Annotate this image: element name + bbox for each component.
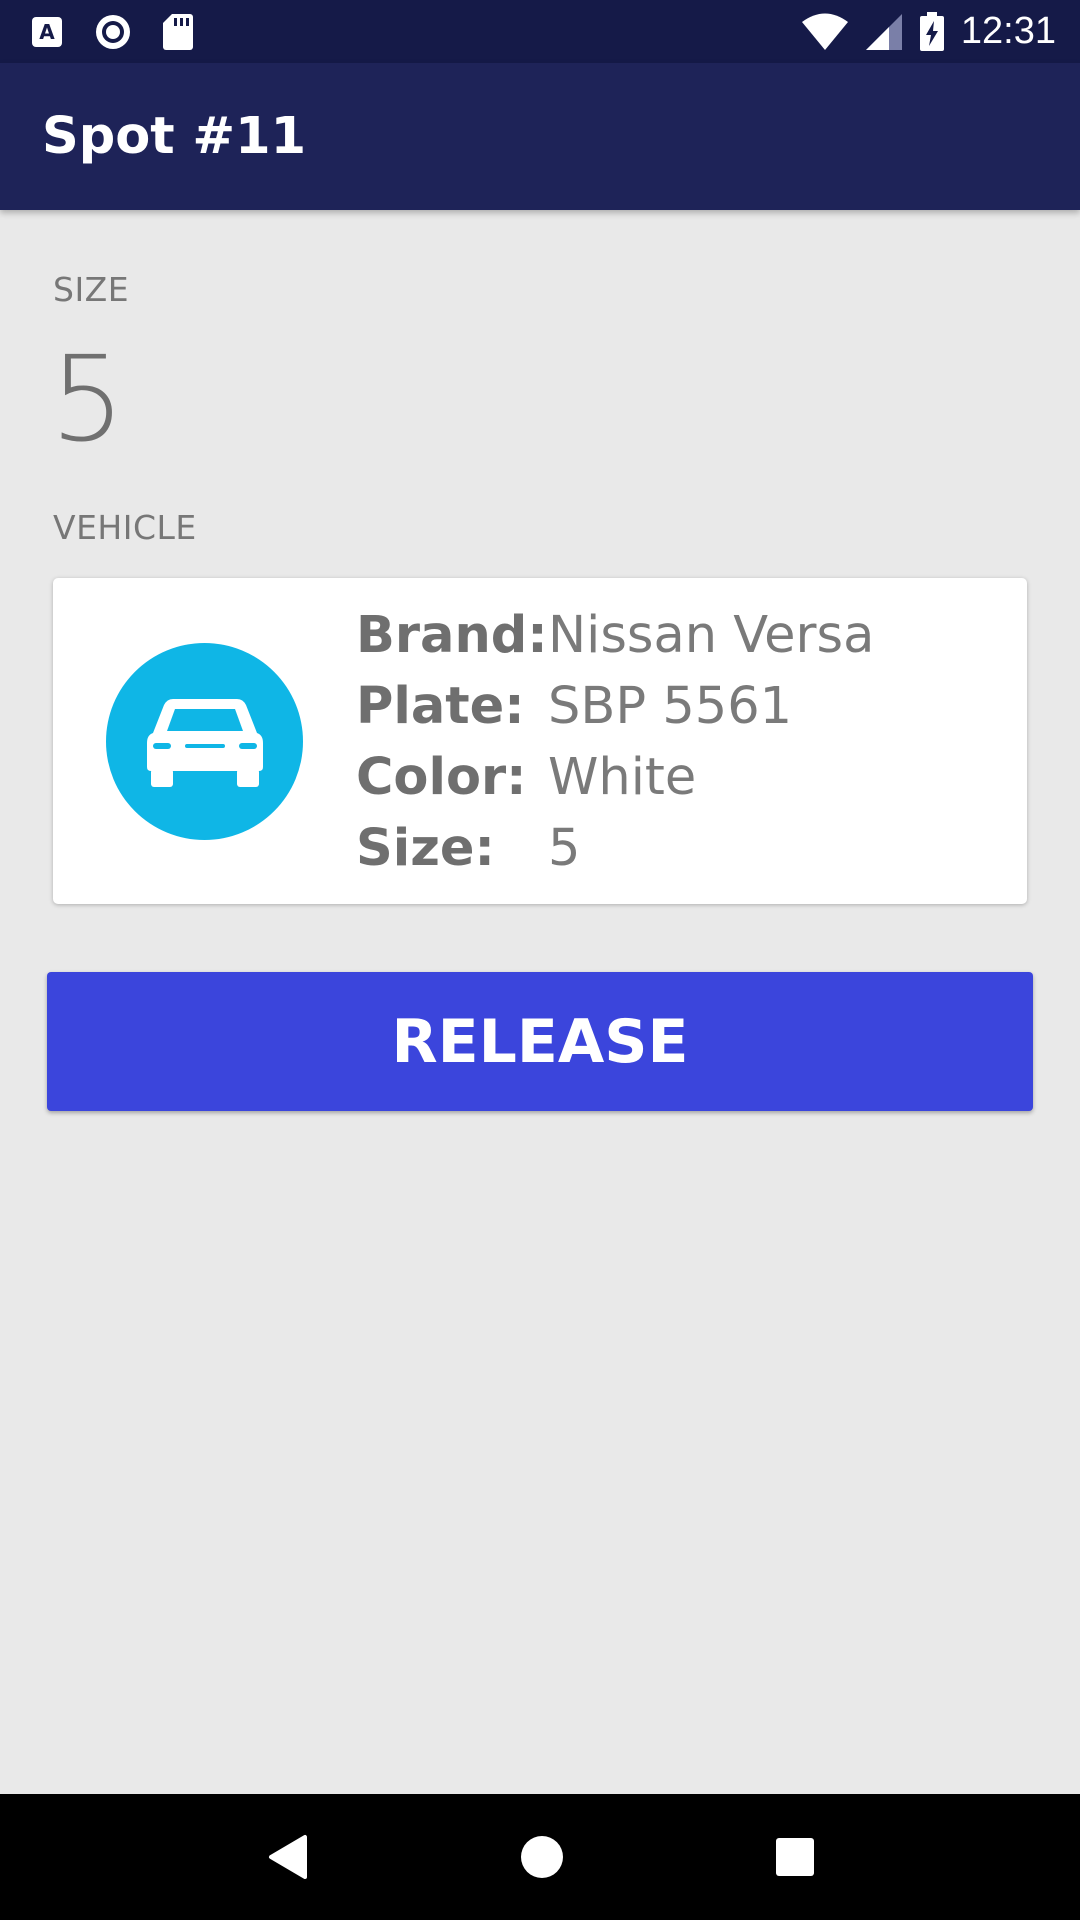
signal-icon [865,13,903,51]
page-title: Spot #11 [42,107,307,166]
recents-icon[interactable] [775,1837,815,1877]
size-key: Size: [356,819,495,878]
size-detail-value: 5 [548,819,581,878]
home-icon[interactable] [519,1834,565,1880]
back-icon[interactable] [265,1833,309,1881]
detail-row-color: Color: White [356,742,874,813]
detail-row-size: Size: 5 [356,813,874,884]
vehicle-label: VEHICLE [53,508,197,547]
sd-card-icon [162,13,194,51]
status-system: 12:31 [785,10,1056,53]
plate-value: SBP 5561 [548,677,793,736]
status-notifications: A [30,13,224,51]
status-bar: A 12:31 [0,0,1080,63]
detail-row-plate: Plate: SBP 5561 [356,671,874,742]
vehicle-details: Brand: Nissan Versa Plate: SBP 5561 Colo… [356,600,874,884]
brand-key: Brand: [356,606,548,665]
vehicle-avatar [106,643,303,840]
status-time: 12:31 [960,10,1056,52]
wifi-icon [801,13,849,51]
vehicle-card[interactable]: Brand: Nissan Versa Plate: SBP 5561 Colo… [53,578,1027,904]
screen: A 12:31 Spot #11 SIZE 5 VEHICLE Brand: N… [0,0,1080,1920]
release-button[interactable]: RELEASE [47,972,1033,1111]
navigation-bar [0,1794,1080,1920]
plate-key: Plate: [356,677,525,736]
app-bar: Spot #11 [0,63,1080,210]
record-icon [94,13,132,51]
svg-text:A: A [39,20,55,44]
color-key: Color: [356,748,527,807]
font-icon: A [30,15,64,49]
brand-value: Nissan Versa [548,606,875,665]
battery-charging-icon [919,11,945,52]
color-value: White [548,748,697,807]
size-label: SIZE [53,270,130,309]
car-icon [145,689,265,794]
size-value: 5 [50,330,126,468]
detail-row-brand: Brand: Nissan Versa [356,600,874,671]
